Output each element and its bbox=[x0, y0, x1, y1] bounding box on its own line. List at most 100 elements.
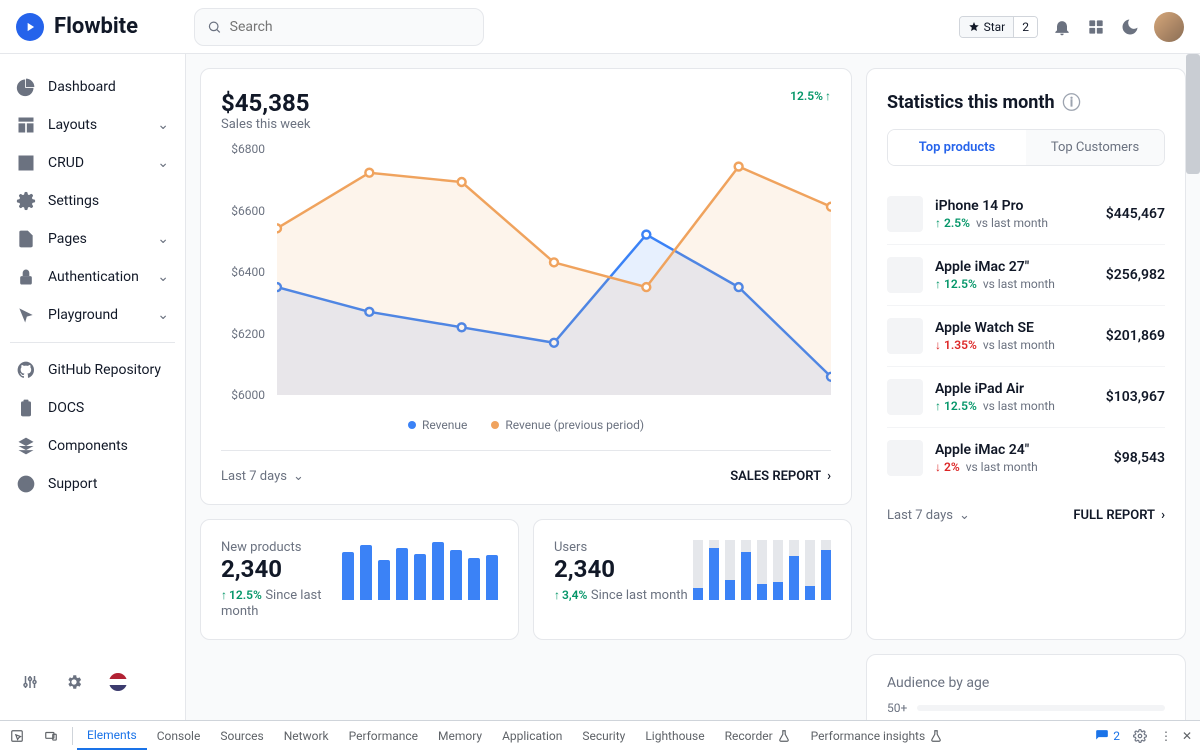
mini-delta: ↑ 3,4% bbox=[554, 588, 587, 602]
sales-chart: $6800$6600$6400$6200$6000 RevenueRevenue… bbox=[221, 142, 831, 432]
clipboard-icon bbox=[16, 398, 36, 418]
content-area: $45,385 Sales this week 12.5% ↑ $6800$66… bbox=[186, 54, 1200, 720]
apps-icon[interactable] bbox=[1086, 17, 1106, 37]
mini-title: New products bbox=[221, 540, 342, 555]
sidebar-item-settings[interactable]: Settings bbox=[0, 182, 185, 220]
bell-icon[interactable] bbox=[1052, 17, 1072, 37]
tab-top-customers[interactable]: Top Customers bbox=[1026, 130, 1164, 165]
sidebar-item-github-repository[interactable]: GitHub Repository bbox=[0, 351, 185, 389]
devtools-gear-icon[interactable] bbox=[1130, 726, 1150, 746]
sales-delta: 12.5% ↑ bbox=[790, 89, 831, 103]
star-icon bbox=[968, 21, 980, 33]
product-thumb bbox=[887, 196, 923, 232]
github-star-button[interactable]: Star 2 bbox=[959, 16, 1038, 38]
search-icon bbox=[207, 19, 222, 35]
devtools-issues[interactable]: 2 bbox=[1095, 729, 1120, 743]
full-report-link[interactable]: FULL REPORT › bbox=[1073, 508, 1165, 523]
inspect-icon[interactable] bbox=[0, 721, 34, 750]
mini-card-users: Users 2,340 ↑ 3,4% Since last month bbox=[533, 519, 852, 640]
lock-icon bbox=[16, 267, 36, 287]
table-icon bbox=[16, 153, 36, 173]
product-row[interactable]: iPhone 14 Pro ↑ 2.5%vs last month $445,4… bbox=[887, 184, 1165, 245]
devtools-tab-recorder[interactable]: Recorder bbox=[715, 721, 801, 750]
topbar: Flowbite Star 2 bbox=[0, 0, 1200, 54]
gear-icon[interactable] bbox=[64, 672, 84, 692]
audience-row: 50+ bbox=[887, 701, 1165, 715]
chevron-down-icon: ⌄ bbox=[959, 508, 970, 523]
sales-range-select[interactable]: Last 7 days ⌄ bbox=[221, 469, 304, 484]
sidebar-item-dashboard[interactable]: Dashboard bbox=[0, 68, 185, 106]
product-row[interactable]: Apple Watch SE ↓ 1.35%vs last month $201… bbox=[887, 306, 1165, 367]
sales-report-link[interactable]: SALES REPORT › bbox=[730, 469, 831, 484]
tab-top-products[interactable]: Top products bbox=[888, 130, 1026, 165]
chevron-down-icon: ⌄ bbox=[157, 231, 169, 247]
devtools-tab-performance[interactable]: Performance bbox=[339, 721, 428, 750]
flag-icon[interactable] bbox=[108, 672, 128, 692]
sliders-icon[interactable] bbox=[20, 672, 40, 692]
brand-name: Flowbite bbox=[54, 14, 138, 39]
sales-value: $45,385 bbox=[221, 89, 310, 117]
chevron-down-icon: ⌄ bbox=[157, 117, 169, 133]
brand-logo[interactable]: Flowbite bbox=[16, 13, 138, 41]
sidebar-item-docs[interactable]: DOCS bbox=[0, 389, 185, 427]
moon-icon[interactable] bbox=[1120, 17, 1140, 37]
avatar[interactable] bbox=[1154, 12, 1184, 42]
stats-title: Statistics this month bbox=[887, 92, 1055, 113]
product-thumb bbox=[887, 440, 923, 476]
chevron-down-icon: ⌄ bbox=[157, 269, 169, 285]
layout-icon bbox=[16, 115, 36, 135]
sidebar-item-support[interactable]: Support bbox=[0, 465, 185, 503]
flask-icon bbox=[777, 729, 791, 743]
product-row[interactable]: Apple iPad Air ↑ 12.5%vs last month $103… bbox=[887, 367, 1165, 428]
stats-tabs: Top products Top Customers bbox=[887, 129, 1165, 166]
sidebar-item-playground[interactable]: Playground⌄ bbox=[0, 296, 185, 334]
devtools-tab-elements[interactable]: Elements bbox=[77, 721, 147, 750]
devtools-tab-security[interactable]: Security bbox=[572, 721, 635, 750]
search-input[interactable] bbox=[194, 8, 484, 46]
play-icon bbox=[16, 13, 44, 41]
product-row[interactable]: Apple iMac 27" ↑ 12.5%vs last month $256… bbox=[887, 245, 1165, 306]
product-thumb bbox=[887, 379, 923, 415]
stack-icon bbox=[16, 436, 36, 456]
product-thumb bbox=[887, 257, 923, 293]
stats-card: Statistics this month ⓘ Top products Top… bbox=[866, 68, 1186, 640]
chevron-down-icon: ⌄ bbox=[157, 155, 169, 171]
sidebar-item-crud[interactable]: CRUD⌄ bbox=[0, 144, 185, 182]
devtools-tab-performance-insights[interactable]: Performance insights bbox=[801, 721, 954, 750]
chevron-down-icon: ⌄ bbox=[293, 469, 304, 484]
globe-icon bbox=[16, 474, 36, 494]
sales-caption: Sales this week bbox=[221, 117, 310, 132]
product-row[interactable]: Apple iMac 24" ↓ 2%vs last month $98,543 bbox=[887, 428, 1165, 488]
devtools-tab-console[interactable]: Console bbox=[147, 721, 211, 750]
devtools-close-icon[interactable]: ✕ bbox=[1182, 729, 1192, 743]
mini-value: 2,340 bbox=[221, 555, 342, 583]
devtools-more-icon[interactable]: ⋮ bbox=[1160, 729, 1172, 743]
devtools-tab-sources[interactable]: Sources bbox=[210, 721, 273, 750]
doc-icon bbox=[16, 229, 36, 249]
sidebar-item-components[interactable]: Components bbox=[0, 427, 185, 465]
stats-range-select[interactable]: Last 7 days ⌄ bbox=[887, 508, 970, 523]
devtools-tab-network[interactable]: Network bbox=[274, 721, 339, 750]
product-thumb bbox=[887, 318, 923, 354]
pie-icon bbox=[16, 77, 36, 97]
audience-card: Audience by age 50+40+30+20+ bbox=[866, 654, 1186, 720]
devtools-tab-memory[interactable]: Memory bbox=[428, 721, 492, 750]
device-icon[interactable] bbox=[34, 721, 68, 750]
cursor-icon bbox=[16, 305, 36, 325]
mini-spark-chart bbox=[693, 540, 831, 600]
audience-title: Audience by age bbox=[887, 675, 1165, 691]
arrow-up-icon: ↑ bbox=[825, 89, 831, 103]
mini-title: Users bbox=[554, 540, 688, 555]
mini-value: 2,340 bbox=[554, 555, 688, 583]
sidebar-item-authentication[interactable]: Authentication⌄ bbox=[0, 258, 185, 296]
chevron-right-icon: › bbox=[827, 469, 831, 484]
sidebar-item-pages[interactable]: Pages⌄ bbox=[0, 220, 185, 258]
devtools-tab-lighthouse[interactable]: Lighthouse bbox=[635, 721, 714, 750]
info-icon[interactable]: ⓘ bbox=[1063, 89, 1081, 115]
mini-bar-chart bbox=[342, 540, 498, 600]
sidebar-item-layouts[interactable]: Layouts⌄ bbox=[0, 106, 185, 144]
chevron-right-icon: › bbox=[1161, 508, 1165, 523]
scrollbar[interactable] bbox=[1186, 54, 1200, 174]
devtools-tab-application[interactable]: Application bbox=[492, 721, 572, 750]
search-field[interactable] bbox=[230, 19, 471, 35]
